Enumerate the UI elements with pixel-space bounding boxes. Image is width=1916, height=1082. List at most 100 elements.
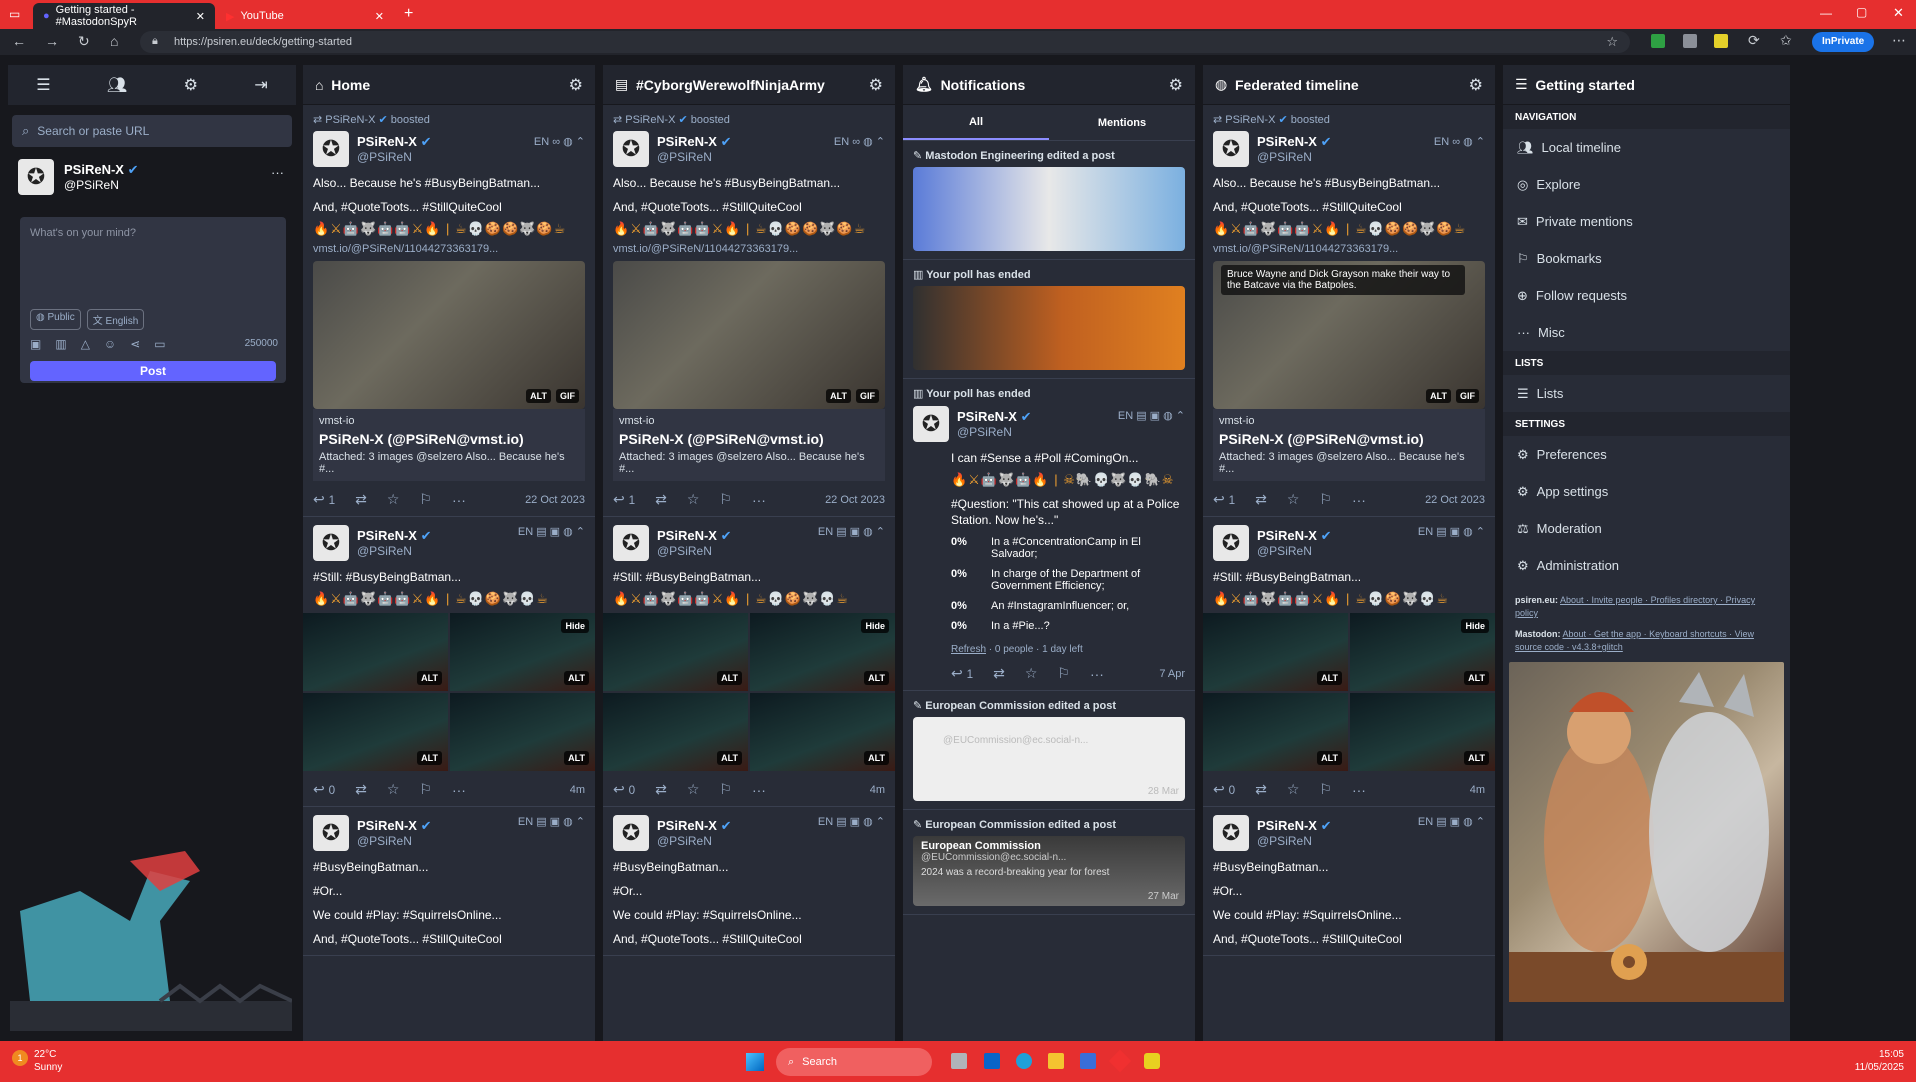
media-gallery[interactable]: ALT Hide ALT ALT ALT <box>303 613 595 771</box>
tab-all[interactable]: All <box>903 105 1049 140</box>
nav-moderation[interactable]: ⚖ Moderation <box>1503 510 1790 547</box>
search-input[interactable]: ⌕ Search or paste URL <box>12 115 292 147</box>
avatar[interactable]: ✪ <box>18 159 54 195</box>
status[interactable]: ⇄ PSiReN-X ✔ boosted ✪ PSiReN-X ✔ @PSiReN … <box>1203 105 1495 517</box>
nav-administration[interactable]: ⚙ Administration <box>1503 547 1790 584</box>
nav-misc[interactable]: ··· Misc <box>1503 314 1790 351</box>
share-icon[interactable]: ⋖ <box>130 337 140 351</box>
settings-icon[interactable]: ⚙ <box>184 75 198 95</box>
app-icon[interactable] <box>1108 1049 1132 1073</box>
minimize-button[interactable]: — <box>1820 6 1832 20</box>
app-icon[interactable] <box>1144 1053 1160 1069</box>
tab-mentions[interactable]: Mentions <box>1049 105 1195 140</box>
extension-icon[interactable] <box>1683 34 1697 48</box>
boost-button[interactable]: ⇄ <box>355 491 367 508</box>
forward-icon[interactable]: → <box>45 33 59 49</box>
avatar[interactable]: ✪ <box>613 815 649 851</box>
link-card[interactable]: vmst-io PSiReN-X (@PSiReN@vmst.io) Attache… <box>613 409 885 481</box>
post-button[interactable]: Post <box>30 361 276 381</box>
new-tab-button[interactable]: + <box>404 5 413 23</box>
tab-youtube[interactable]: ▶ YouTube ✕ <box>216 3 394 29</box>
column-header[interactable]: ◍ Federated timeline ⚙ <box>1203 65 1495 105</box>
column-header[interactable]: 🔔︎ Notifications ⚙ <box>903 65 1195 105</box>
file-explorer-icon[interactable] <box>1048 1053 1064 1069</box>
sync-icon[interactable]: ⟳ <box>1748 32 1760 49</box>
emoji-icon[interactable]: ☺ <box>104 337 116 351</box>
notification-item[interactable]: ✎ Mastodon Engineering edited a post <box>903 141 1195 260</box>
nav-local-timeline[interactable]: 👥︎ Local timeline <box>1503 129 1790 166</box>
media-gallery[interactable]: ALT Hide ALT ALT ALT <box>603 613 895 771</box>
media-gif[interactable]: ALT GIF <box>313 261 585 409</box>
column-settings-icon[interactable]: ⚙ <box>869 75 883 95</box>
post-link[interactable]: vmst.io/@PSiReN/11044273363179... <box>313 243 585 255</box>
hamburger-icon[interactable]: ☰ <box>36 75 50 95</box>
people-icon[interactable]: 👥︎ <box>107 75 127 95</box>
status[interactable]: ✪ PSiReN-X ✔ @PSiReN EN ▤ ▣ ◍ ⌃ #Still: #B… <box>303 517 595 807</box>
collections-icon[interactable]: ✩ <box>1780 32 1792 49</box>
extension-icon[interactable] <box>1714 34 1728 48</box>
avatar[interactable]: ✪ <box>913 406 949 442</box>
address-bar[interactable]: 🔒︎ https://psiren.eu/deck/getting-starte… <box>140 31 1630 53</box>
status[interactable]: ⇄ PSiReN-X ✔ boosted ✪ PSiReN-X ✔ @PSiReN … <box>303 105 595 517</box>
notification-item[interactable]: ✎ European Commission edited a post @EUC… <box>903 691 1195 810</box>
more-icon[interactable]: ⋯ <box>1892 32 1906 49</box>
extension-icon[interactable] <box>1651 34 1665 48</box>
avatar[interactable]: ✪ <box>313 815 349 851</box>
avatar[interactable]: ✪ <box>313 525 349 561</box>
close-window-button[interactable]: ✕ <box>1893 5 1904 21</box>
column-header[interactable]: ⌂ Home ⚙ <box>303 65 595 105</box>
nav-lists[interactable]: ☰ Lists <box>1503 375 1790 412</box>
task-view-icon[interactable] <box>951 1053 967 1069</box>
column-settings-icon[interactable]: ⚙ <box>1469 75 1483 95</box>
weather-icon[interactable]: 1 <box>12 1050 28 1066</box>
image-upload-icon[interactable]: ▣ <box>30 337 41 351</box>
nav-private-mentions[interactable]: ✉ Private mentions <box>1503 203 1790 240</box>
browser-menu-icon[interactable]: ▭ <box>9 7 20 21</box>
favorite-star-icon[interactable]: ☆ <box>1606 34 1618 50</box>
avatar[interactable]: ✪ <box>313 131 349 167</box>
refresh-icon[interactable]: ↻ <box>78 33 90 50</box>
nav-preferences[interactable]: ⚙ Preferences <box>1503 436 1790 473</box>
notification-media[interactable] <box>913 167 1185 251</box>
account-menu-icon[interactable]: ··· <box>271 165 284 180</box>
notification-media[interactable] <box>913 286 1185 370</box>
media-gallery[interactable]: ALT Hide ALT ALT ALT <box>1203 613 1495 771</box>
avatar[interactable]: ✪ <box>1213 815 1249 851</box>
status[interactable]: ⇄ PSiReN-X ✔ boosted ✪ PSiReN-X ✔ @PSiReN … <box>603 105 895 517</box>
favourite-button[interactable]: ☆ <box>387 491 400 508</box>
status[interactable]: ✪ PSiReN-X ✔ @PSiReN EN ▤ ▣ ◍ ⌃ #Still: #B… <box>603 517 895 807</box>
nav-follow-requests[interactable]: ⊕ Follow requests <box>1503 277 1790 314</box>
status[interactable]: ✪ PSiReN-X ✔ @PSiReN EN ▤ ▣ ◍ ⌃ #Still: #B… <box>1203 517 1495 807</box>
link-card[interactable]: vmst-io PSiReN-X (@PSiReN@vmst.io) Attache… <box>313 409 585 481</box>
status[interactable]: ✪ PSiReN-X ✔ @PSiReN EN ▤ ▣ ◍ ⌃ #BusyBeing… <box>1203 807 1495 956</box>
content-warning-icon[interactable]: △ <box>81 337 90 351</box>
avatar[interactable]: ✪ <box>1213 131 1249 167</box>
notification-item[interactable]: ▥ Your poll has ended <box>903 260 1195 379</box>
column-settings-icon[interactable]: ⚙ <box>569 75 583 95</box>
app-icon[interactable] <box>1080 1053 1096 1069</box>
quote-icon[interactable]: ▭ <box>154 337 165 351</box>
nav-app-settings[interactable]: ⚙ App settings <box>1503 473 1790 510</box>
inprivate-badge[interactable]: InPrivate <box>1812 32 1875 52</box>
poll-refresh-link[interactable]: Refresh <box>951 644 986 655</box>
notification-media[interactable]: @EUCommission@ec.social-n... 28 Mar <box>913 717 1185 801</box>
visibility-button[interactable]: ◍ Public <box>30 309 81 330</box>
poll-icon[interactable]: ▥ <box>55 337 66 351</box>
column-header[interactable]: ▤ #CyborgWerewolfNinjaArmy ⚙ <box>603 65 895 105</box>
status[interactable]: ✪ PSiReN-X ✔ @PSiReN EN ▤ ▣ ◍ ⌃ #BusyBeing… <box>303 807 595 956</box>
nav-bookmarks[interactable]: ⚐ Bookmarks <box>1503 240 1790 277</box>
home-icon[interactable]: ⌂ <box>110 33 118 49</box>
reply-icon[interactable]: ↩ 1 <box>313 491 335 508</box>
tab-getting-started[interactable]: ● Getting started - #MastodonSpyR ✕ <box>33 3 215 29</box>
taskbar-search[interactable]: ⌕ Search <box>776 1048 932 1076</box>
notification-item[interactable]: ▥ Your poll has ended ✪ PSiReN-X ✔ @PSiReN… <box>903 379 1195 691</box>
more-button[interactable]: ··· <box>452 492 466 508</box>
media-gif[interactable]: Bruce Wayne and Dick Grayson make their … <box>1213 261 1485 409</box>
outlook-icon[interactable] <box>984 1053 1000 1069</box>
notification-item[interactable]: ✎ European Commission edited a post Euro… <box>903 810 1195 915</box>
language-button[interactable]: 文 English <box>86 309 145 330</box>
edge-icon[interactable] <box>1016 1053 1032 1069</box>
notification-media[interactable]: European Commission @EUCommission@ec.soc… <box>913 836 1185 906</box>
windows-start-icon[interactable] <box>746 1053 764 1071</box>
status[interactable]: ✪ PSiReN-X ✔ @PSiReN EN ▤ ▣ ◍ ⌃ #BusyBeing… <box>603 807 895 956</box>
